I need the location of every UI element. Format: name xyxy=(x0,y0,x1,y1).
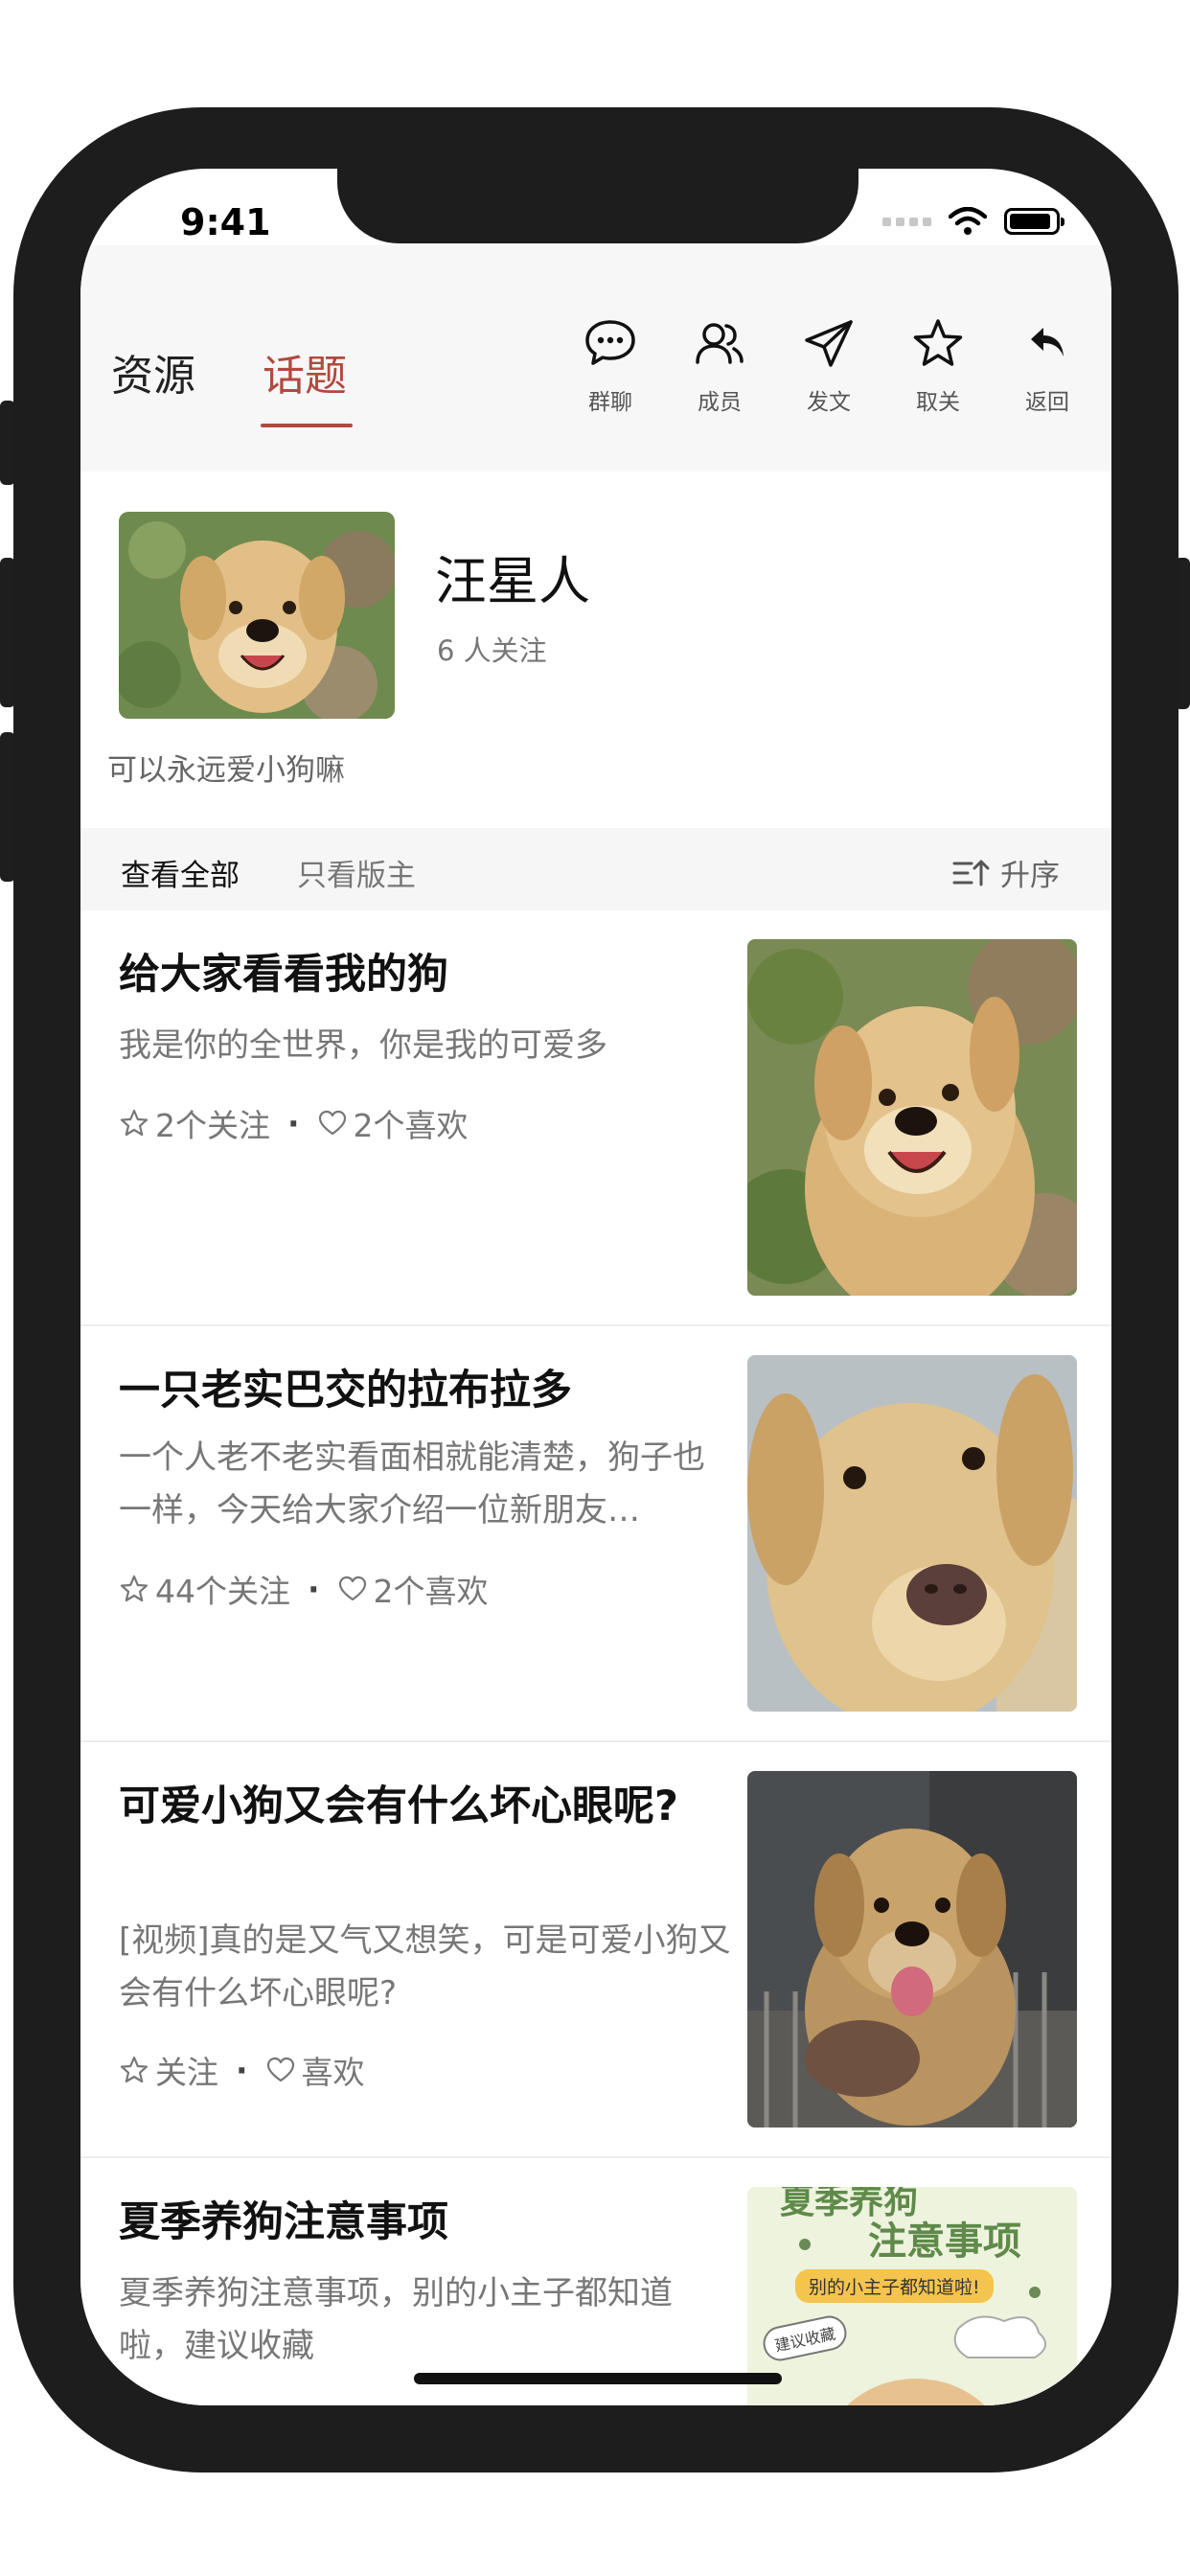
sort-label: 升序 xyxy=(1000,859,1060,893)
header-actions: 群聊 成员 发文 取关 返回 xyxy=(556,316,1102,416)
post-title: 可爱小狗又会有什么坏心眼呢? xyxy=(119,1782,678,1830)
status-icons xyxy=(882,207,1064,236)
star-outline-icon xyxy=(120,2056,149,2083)
post-like-count: 2个喜欢 xyxy=(373,1573,489,1610)
back-label: 返回 xyxy=(1025,390,1069,415)
meta-separator: · xyxy=(236,2051,248,2089)
tab-topics[interactable]: 话题 xyxy=(263,341,347,402)
unfollow-button[interactable]: 取关 xyxy=(883,316,993,416)
wifi-icon xyxy=(949,207,987,235)
star-icon xyxy=(913,319,963,366)
post-summary: 一个人老不老实看面相就能清楚，狗子也一样，今天给大家介绍一位新朋友… xyxy=(119,1438,705,1530)
back-icon xyxy=(1031,328,1064,356)
active-tab-indicator xyxy=(261,424,353,427)
star-outline-icon xyxy=(120,1109,149,1137)
post-meta: 关注 · 喜欢 xyxy=(119,2047,365,2093)
sort-toggle[interactable]: 升序 xyxy=(952,851,1060,894)
cellular-signal-icon xyxy=(882,217,931,226)
sort-ascending-icon xyxy=(952,860,990,886)
filter-view-all[interactable]: 查看全部 xyxy=(121,851,240,894)
filter-bar: 查看全部 只看版主 升序 xyxy=(80,828,1111,910)
post-label: 发文 xyxy=(807,390,851,415)
members-label: 成员 xyxy=(698,390,742,415)
heart-outline-icon xyxy=(318,1110,346,1136)
members-button[interactable]: 成员 xyxy=(665,316,774,416)
unfollow-label: 取关 xyxy=(916,390,960,415)
topic-follower-count: 6 人关注 xyxy=(437,634,547,667)
post-thumbnail xyxy=(747,1355,1077,1712)
post-follow-count: 2个关注 xyxy=(155,1107,270,1144)
post-like-count: 喜欢 xyxy=(301,2054,365,2091)
post-thumbnail: 夏季养狗 注意事项 别的小主子都知道啦! 建议收藏 xyxy=(747,2187,1077,2405)
top-nav: 资源 话题 群聊 成员 发文 取关 返回 xyxy=(80,245,1111,472)
post-summary: 我是你的全世界，你是我的可爱多 xyxy=(119,1026,607,1065)
topic-description: 可以永远爱小狗嘛 xyxy=(107,753,345,788)
status-time: 9:41 xyxy=(180,201,271,243)
home-indicator xyxy=(414,2373,782,2384)
post-card[interactable]: 一只老实巴交的拉布拉多 一个人老不老实看面相就能清楚，狗子也一样，今天给大家介绍… xyxy=(80,1326,1111,1742)
post-summary: 夏季养狗注意事项，别的小主子都知道啦，建议收藏 xyxy=(119,2274,673,2365)
post-card[interactable]: 可爱小狗又会有什么坏心眼呢? [视频]真的是又气又想笑，可是可爱小狗又会有什么坏… xyxy=(80,1742,1111,2158)
post-thumbnail xyxy=(747,1771,1077,2128)
meta-separator: · xyxy=(308,1570,320,1608)
post-card[interactable]: 夏季养狗注意事项 夏季养狗注意事项，别的小主子都知道啦，建议收藏 夏季养狗 注意… xyxy=(80,2158,1111,2405)
chat-icon xyxy=(585,320,635,365)
post-summary: [视频]真的是又气又想笑，可是可爱小狗又会有什么坏心眼呢? xyxy=(119,1921,731,2012)
post-title: 夏季养狗注意事项 xyxy=(119,2198,448,2246)
filter-owner-only[interactable]: 只看版主 xyxy=(297,851,416,894)
post-button[interactable]: 发文 xyxy=(774,316,883,416)
topic-cover-image xyxy=(119,512,395,719)
battery-icon xyxy=(1004,208,1064,235)
send-icon xyxy=(805,320,853,367)
heart-outline-icon xyxy=(266,2057,294,2082)
post-meta: 2个关注 · 2个喜欢 xyxy=(119,1100,469,1146)
notch xyxy=(337,169,858,243)
post-follow-count: 关注 xyxy=(155,2054,218,2091)
group-chat-button[interactable]: 群聊 xyxy=(556,316,665,416)
tab-resources[interactable]: 资源 xyxy=(111,341,195,402)
star-outline-icon xyxy=(120,1575,149,1602)
topic-info: 汪星人 6 人关注 可以永远爱小狗嘛 xyxy=(80,472,1111,828)
post-follow-count: 44个关注 xyxy=(155,1573,290,1610)
meta-separator: · xyxy=(287,1104,300,1142)
post-thumbnail xyxy=(747,939,1077,1296)
app-screen: 9:41 资源 话题 群聊 成员 发文 取关 返回 汪星人 6 人关注 可以永远… xyxy=(80,169,1111,2405)
post-card[interactable]: 给大家看看我的狗 我是你的全世界，你是我的可爱多 2个关注 · 2个喜欢 xyxy=(80,910,1111,1326)
post-like-count: 2个喜欢 xyxy=(353,1107,469,1144)
group-chat-label: 群聊 xyxy=(588,390,632,415)
topic-name: 汪星人 xyxy=(435,551,590,611)
heart-outline-icon xyxy=(338,1576,366,1601)
post-title: 给大家看看我的狗 xyxy=(119,951,448,999)
back-button[interactable]: 返回 xyxy=(993,316,1102,416)
members-icon xyxy=(696,323,744,364)
post-title: 一只老实巴交的拉布拉多 xyxy=(119,1367,572,1414)
post-meta: 44个关注 · 2个喜欢 xyxy=(119,1566,489,1612)
